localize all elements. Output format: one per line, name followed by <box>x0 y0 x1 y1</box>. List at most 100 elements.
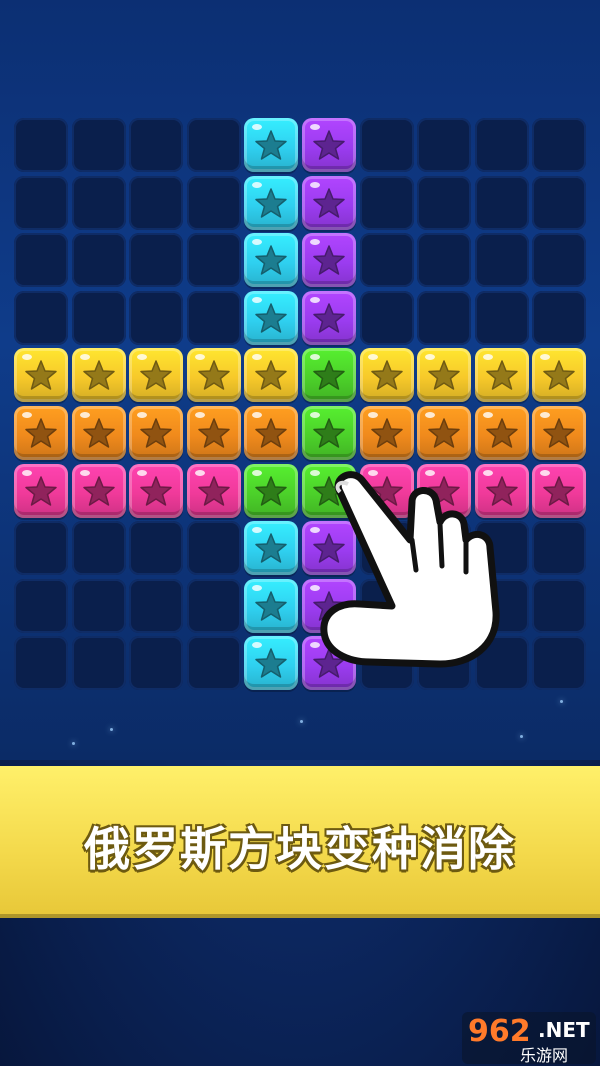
board-cell-empty[interactable] <box>359 290 414 345</box>
board-block-pink[interactable] <box>186 463 241 518</box>
board-block-orange[interactable] <box>186 406 241 460</box>
board-cell-empty[interactable] <box>359 175 414 230</box>
board-block-orange[interactable] <box>417 406 472 460</box>
board-cell-empty[interactable] <box>186 578 241 633</box>
board-cell-empty[interactable] <box>474 233 529 288</box>
board-cell-empty[interactable] <box>474 290 529 345</box>
board-cell-empty[interactable] <box>14 175 68 230</box>
star-icon <box>486 418 518 448</box>
board-cell-empty[interactable] <box>71 290 126 345</box>
board-block-yellow[interactable] <box>359 348 414 403</box>
star-icon <box>255 648 288 679</box>
board-cell-empty[interactable] <box>129 578 184 633</box>
board-cell-empty[interactable] <box>359 118 414 172</box>
board-cell-empty[interactable] <box>186 175 241 230</box>
board-cell-empty[interactable] <box>129 636 184 691</box>
board-cell-empty[interactable] <box>532 118 587 172</box>
board-block-green[interactable] <box>302 406 356 460</box>
board-block-orange[interactable] <box>474 406 529 460</box>
board-cell-empty[interactable] <box>186 290 241 345</box>
board-cell-empty[interactable] <box>129 233 184 288</box>
star-icon <box>82 475 115 506</box>
board-block-orange[interactable] <box>14 406 68 460</box>
board-block-pink[interactable] <box>71 463 126 518</box>
board-cell-empty[interactable] <box>14 578 68 633</box>
board-block-yellow[interactable] <box>244 348 299 403</box>
board-cell-empty[interactable] <box>14 233 68 288</box>
board-cell-empty[interactable] <box>532 578 587 633</box>
board-cell-empty[interactable] <box>14 636 68 691</box>
site-watermark: 962 .NET 乐游网 <box>462 1012 596 1065</box>
pointing-hand-icon <box>320 471 500 668</box>
board-cell-empty[interactable] <box>71 118 126 172</box>
board-cell-empty[interactable] <box>417 118 472 172</box>
board-block-purple[interactable] <box>302 118 356 172</box>
board-cell-empty[interactable] <box>186 521 241 576</box>
board-cell-empty[interactable] <box>474 118 529 172</box>
board-cell-empty[interactable] <box>359 233 414 288</box>
board-cell-empty[interactable] <box>129 175 184 230</box>
board-block-cyan[interactable] <box>244 118 299 172</box>
board-cell-empty[interactable] <box>71 636 126 691</box>
board-block-pink[interactable] <box>532 463 587 518</box>
board-block-yellow[interactable] <box>14 348 68 403</box>
board-block-orange[interactable] <box>359 406 414 460</box>
board-cell-empty[interactable] <box>532 175 587 230</box>
board-cell-empty[interactable] <box>71 233 126 288</box>
star-icon <box>486 360 518 391</box>
board-block-yellow[interactable] <box>417 348 472 403</box>
star-icon <box>198 418 230 448</box>
board-block-yellow[interactable] <box>71 348 126 403</box>
star-icon <box>82 360 115 391</box>
board-block-orange[interactable] <box>244 406 299 460</box>
board-cell-empty[interactable] <box>14 118 68 172</box>
board-cell-empty[interactable] <box>14 290 68 345</box>
board-block-purple[interactable] <box>302 290 356 345</box>
board-block-pink[interactable] <box>129 463 184 518</box>
star-icon <box>255 303 288 333</box>
board-cell-empty[interactable] <box>417 290 472 345</box>
star-icon <box>543 418 576 448</box>
board-cell-empty[interactable] <box>71 175 126 230</box>
board-block-cyan[interactable] <box>244 578 299 633</box>
board-block-pink[interactable] <box>14 463 68 518</box>
board-cell-empty[interactable] <box>71 578 126 633</box>
board-cell-empty[interactable] <box>14 521 68 576</box>
board-cell-empty[interactable] <box>71 521 126 576</box>
board-block-purple[interactable] <box>302 175 356 230</box>
star-icon <box>313 187 345 218</box>
board-cell-empty[interactable] <box>129 118 184 172</box>
board-block-orange[interactable] <box>532 406 587 460</box>
board-cell-empty[interactable] <box>532 290 587 345</box>
board-block-green[interactable] <box>244 463 299 518</box>
board-cell-empty[interactable] <box>532 636 587 691</box>
board-block-cyan[interactable] <box>244 521 299 576</box>
board-cell-empty[interactable] <box>417 233 472 288</box>
board-cell-empty[interactable] <box>129 290 184 345</box>
board-block-cyan[interactable] <box>244 175 299 230</box>
board-cell-empty[interactable] <box>129 521 184 576</box>
board-block-green[interactable] <box>302 348 356 403</box>
board-block-yellow[interactable] <box>129 348 184 403</box>
board-block-yellow[interactable] <box>532 348 587 403</box>
board-cell-empty[interactable] <box>532 521 587 576</box>
board-block-yellow[interactable] <box>474 348 529 403</box>
board-block-orange[interactable] <box>129 406 184 460</box>
board-block-cyan[interactable] <box>244 233 299 288</box>
board-cell-empty[interactable] <box>186 118 241 172</box>
board-block-purple[interactable] <box>302 233 356 288</box>
board-block-orange[interactable] <box>71 406 126 460</box>
board-cell-empty[interactable] <box>474 175 529 230</box>
watermark-suffix: .NET <box>538 1018 590 1042</box>
star-icon <box>370 418 403 448</box>
board-cell-empty[interactable] <box>532 233 587 288</box>
board-cell-empty[interactable] <box>186 636 241 691</box>
star-icon <box>428 418 460 448</box>
board-block-cyan[interactable] <box>244 290 299 345</box>
star-icon <box>25 360 57 391</box>
star-icon <box>25 418 57 448</box>
board-cell-empty[interactable] <box>417 175 472 230</box>
board-block-yellow[interactable] <box>186 348 241 403</box>
board-block-cyan[interactable] <box>244 636 299 691</box>
board-cell-empty[interactable] <box>186 233 241 288</box>
